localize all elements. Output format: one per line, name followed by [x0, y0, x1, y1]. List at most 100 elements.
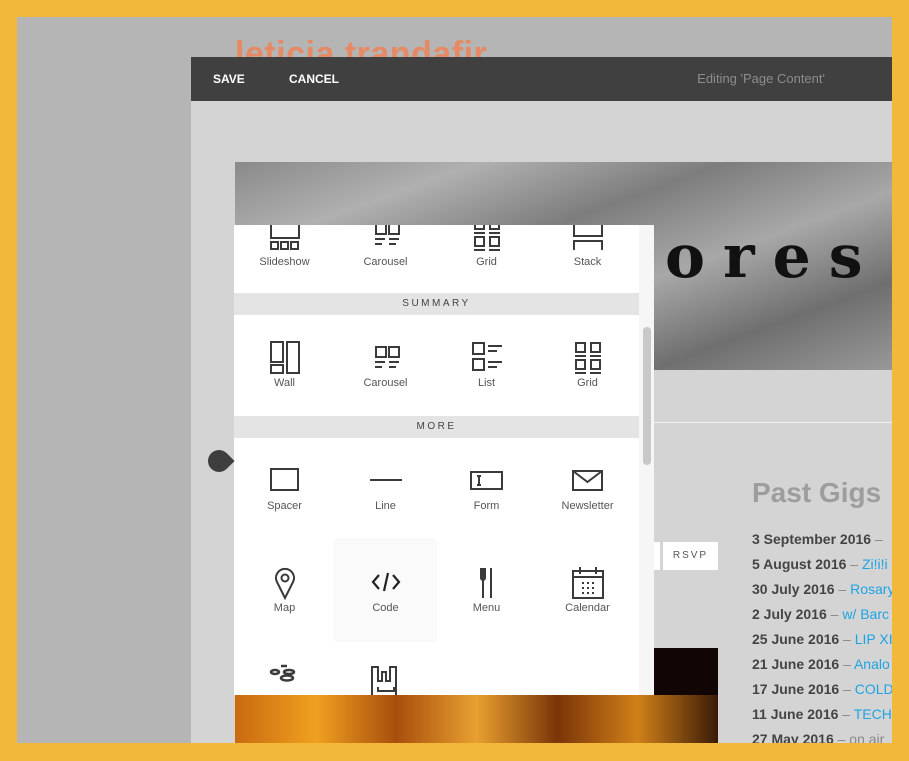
gig-separator: –: [826, 606, 843, 622]
gig-link[interactable]: LIP XI: [855, 631, 892, 647]
block-carousel[interactable]: Carousel: [335, 225, 436, 270]
block-label: Newsletter: [561, 500, 614, 512]
insert-point-marker[interactable]: [203, 445, 235, 477]
gig-link[interactable]: TECH: [854, 706, 892, 722]
block-label: Grid: [476, 256, 497, 268]
map-pin-icon: [275, 567, 295, 600]
block-label: Carousel: [363, 377, 408, 389]
gig-separator: –: [834, 581, 851, 597]
button-edge: [654, 542, 660, 570]
block-label: Code: [372, 602, 399, 614]
banner-text: ores: [665, 222, 881, 292]
block-label: List: [477, 377, 496, 389]
code-icon: [371, 572, 401, 592]
block-form[interactable]: Form: [436, 438, 537, 538]
block-label: Line: [375, 500, 396, 512]
gig-item: 3 September 2016 –: [752, 531, 892, 556]
section-more: MORE: [234, 416, 639, 438]
block-wall[interactable]: Wall: [234, 315, 335, 415]
cancel-button[interactable]: CANCEL: [289, 72, 339, 86]
carousel-icon: [375, 346, 400, 368]
gig-link[interactable]: w/ Barc: [842, 606, 889, 622]
block-grid[interactable]: Grid: [537, 315, 638, 415]
block-calendar[interactable]: Calendar: [537, 540, 638, 640]
gig-item: 30 July 2016 – Rosary: [752, 581, 892, 606]
section-summary: SUMMARY: [234, 293, 639, 315]
gig-date: 5 August 2016: [752, 556, 847, 572]
save-button[interactable]: SAVE: [213, 72, 245, 86]
block-menu[interactable]: Menu: [436, 540, 537, 640]
bandsintown-icon[interactable]: [368, 663, 404, 695]
gig-separator: –: [839, 656, 854, 672]
gig-item: 2 July 2016 – w/ Barc: [752, 606, 892, 631]
block-newsletter[interactable]: Newsletter: [537, 438, 638, 538]
gig-link[interactable]: Analo: [854, 656, 890, 672]
block-line[interactable]: Line: [335, 438, 436, 538]
divider: [654, 422, 892, 423]
envelope-icon: [572, 470, 603, 491]
gig-link[interactable]: COLD: [855, 681, 892, 697]
gig-item: 27 May 2016 – on air: [752, 731, 892, 743]
gig-link[interactable]: Zi!i!i: [862, 556, 888, 572]
gig-item: 25 June 2016 – LIP XI: [752, 631, 892, 656]
gig-date: 27 May 2016: [752, 731, 834, 743]
grid-icon: [575, 342, 601, 374]
page-frame: leticia trandafir SAVE CANCEL Editing 'P…: [17, 17, 892, 743]
block-code[interactable]: Code: [335, 540, 436, 640]
gig-item: 5 August 2016 – Zi!i!i: [752, 556, 892, 581]
past-gigs-title: Past Gigs: [752, 477, 882, 508]
rsvp-button[interactable]: RSVP: [663, 542, 718, 570]
block-label: Carousel: [363, 256, 408, 268]
block-slideshow[interactable]: Slideshow: [234, 225, 335, 270]
fork-knife-icon: [480, 568, 492, 598]
gig-date: 17 June 2016: [752, 681, 840, 697]
accordion-icon[interactable]: [267, 663, 303, 695]
line-icon: [370, 479, 402, 481]
gig-link[interactable]: Rosary: [850, 581, 892, 597]
gig-date: 11 June 2016: [752, 706, 839, 722]
spacer-icon: [270, 468, 299, 491]
slideshow-icon: [270, 225, 300, 250]
scrollbar-thumb[interactable]: [643, 327, 651, 465]
block-label: Grid: [577, 377, 598, 389]
gig-date: 2 July 2016: [752, 606, 827, 622]
gig-date: 21 June 2016: [752, 656, 840, 672]
gig-separator: –: [839, 631, 855, 647]
block-map[interactable]: Map: [234, 540, 335, 640]
gigs-list: 3 September 2016 – 5 August 2016 – Zi!i!…: [752, 531, 892, 743]
block-label: Calendar: [565, 602, 610, 614]
gig-separator: –: [838, 706, 854, 722]
block-label: Spacer: [267, 500, 302, 512]
block-spacer[interactable]: Spacer: [234, 438, 335, 538]
block-carousel[interactable]: Carousel: [335, 315, 436, 415]
block-label: Wall: [274, 377, 295, 389]
gig-date: 30 July 2016: [752, 581, 835, 597]
block-picker: Slideshow Carousel Grid Stack SUMMARY Wall C…: [234, 225, 654, 695]
calendar-icon: [572, 567, 604, 599]
editing-status: Editing 'Page Content': [697, 71, 825, 86]
editor: SAVE CANCEL Editing 'Page Content' ores …: [191, 57, 892, 743]
fire-image: [235, 695, 718, 743]
block-label: Map: [273, 602, 296, 614]
list-icon: [472, 342, 502, 371]
carousel-icon: [375, 225, 400, 245]
gig-item: 11 June 2016 – TECH: [752, 706, 892, 731]
gig-separator: – on air: [833, 731, 885, 743]
form-icon: [470, 471, 503, 490]
block-label: Stack: [573, 256, 602, 268]
block-grid[interactable]: Grid: [436, 225, 537, 270]
block-stack[interactable]: Stack: [537, 225, 638, 270]
block-label: Menu: [472, 602, 501, 614]
gig-item: 17 June 2016 – COLD: [752, 681, 892, 706]
gig-date: 25 June 2016: [752, 631, 840, 647]
grid-icon: [474, 225, 500, 251]
gig-item: 21 June 2016 – Analo: [752, 656, 892, 681]
gig-separator: –: [839, 681, 855, 697]
block-label: Form: [473, 500, 500, 512]
gig-date: 3 September 2016: [752, 531, 872, 547]
block-list[interactable]: List: [436, 315, 537, 415]
gig-separator: –: [871, 531, 883, 547]
gig-separator: –: [846, 556, 862, 572]
wall-icon: [270, 341, 300, 374]
block-label: Slideshow: [259, 256, 310, 268]
